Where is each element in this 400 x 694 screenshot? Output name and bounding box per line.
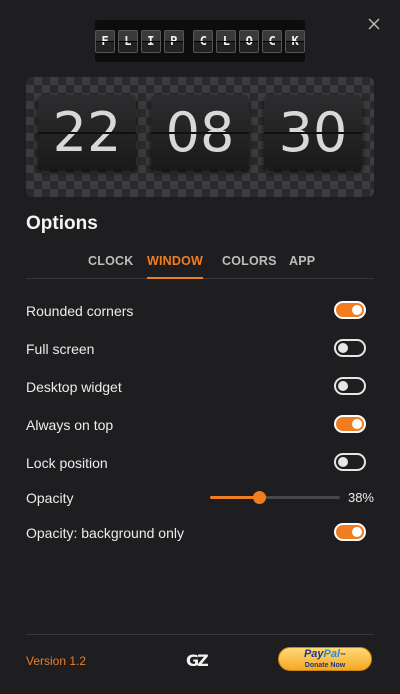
- setting-always-on-top: Always on top: [26, 413, 374, 437]
- logo-letter: F: [94, 29, 115, 53]
- paypal-trademark: ™: [340, 652, 347, 659]
- tab-window[interactable]: WINDOW: [147, 254, 204, 279]
- setting-desktop-widget: Desktop widget: [26, 375, 374, 399]
- options-tabs: CLOCK WINDOW COLORS APP: [26, 246, 374, 279]
- setting-label: Full screen: [26, 341, 95, 357]
- setting-label: Always on top: [26, 417, 114, 433]
- close-icon[interactable]: [366, 16, 382, 32]
- setting-label: Opacity: background only: [26, 525, 184, 541]
- logo-letter: C: [193, 29, 214, 53]
- opacity-value: 38%: [347, 490, 374, 505]
- footer-divider: [26, 634, 374, 635]
- tab-app[interactable]: APP: [289, 254, 315, 277]
- setting-opacity: Opacity 38%: [26, 486, 374, 510]
- options-title: Options: [26, 213, 98, 234]
- paypal-donate-label: Donate Now: [304, 661, 346, 669]
- setting-opacity-background: Opacity: background only: [26, 521, 374, 545]
- full-screen-toggle[interactable]: [334, 339, 366, 357]
- clock-seconds: 30: [264, 95, 362, 169]
- gz-logo[interactable]: GZ: [186, 649, 214, 671]
- setting-full-screen: Full screen: [26, 337, 374, 361]
- logo-letter: K: [285, 29, 306, 53]
- logo-letter: L: [216, 29, 237, 53]
- logo-letter: C: [262, 29, 283, 53]
- paypal-brand-pal: Pal: [323, 647, 341, 660]
- opacity-slider-thumb[interactable]: [253, 491, 267, 504]
- setting-label: Opacity: [26, 490, 74, 506]
- paypal-brand-pay: Pay: [303, 647, 324, 660]
- flip-clock-logo: F L I P C L O C K: [94, 20, 306, 62]
- setting-label: Desktop widget: [26, 379, 122, 395]
- setting-label: Rounded corners: [26, 303, 134, 319]
- clock-minutes: 08: [151, 95, 249, 169]
- paypal-donate-button[interactable]: PayPal™ Donate Now: [278, 647, 372, 671]
- logo-letter: L: [117, 29, 138, 53]
- setting-lock-position: Lock position: [26, 451, 374, 475]
- tab-clock[interactable]: CLOCK: [88, 254, 133, 277]
- logo-letter: I: [140, 29, 161, 53]
- tab-colors[interactable]: COLORS: [222, 254, 277, 277]
- opacity-background-toggle[interactable]: [334, 523, 366, 541]
- desktop-widget-toggle[interactable]: [334, 377, 366, 395]
- logo-letter: P: [163, 29, 184, 53]
- clock-preview: 22 08 30: [26, 77, 374, 197]
- rounded-corners-toggle[interactable]: [334, 301, 366, 319]
- lock-position-toggle[interactable]: [334, 453, 366, 471]
- opacity-slider[interactable]: [210, 491, 340, 504]
- clock-hours: 22: [38, 95, 136, 169]
- logo-letter: O: [239, 29, 260, 53]
- setting-label: Lock position: [26, 455, 108, 471]
- version-label: Version 1.2: [26, 654, 87, 668]
- setting-rounded-corners: Rounded corners: [26, 299, 374, 323]
- always-on-top-toggle[interactable]: [334, 415, 366, 433]
